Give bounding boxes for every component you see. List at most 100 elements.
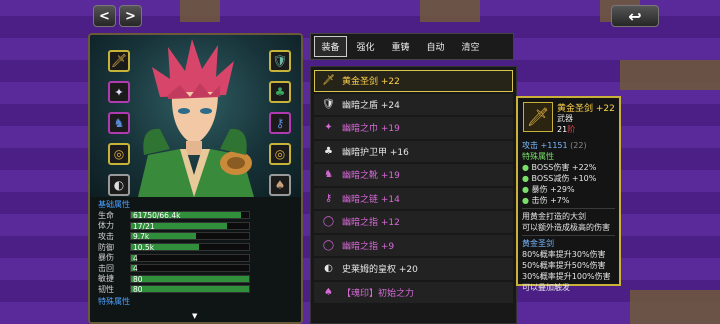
tooltip-set-line: 50%概率提升50%伤害 [522,261,606,270]
slot-armor[interactable]: ♣ [269,81,291,103]
stat-value: 61750/66.4k [133,211,181,221]
stat-row: 韧性 80 [98,284,293,295]
item-name: 幽暗之指 +9 [342,241,395,252]
stat-label: 暴伤 [98,253,114,263]
item-row[interactable]: ◐ 史莱姆的皇权 +20 [314,258,513,280]
slot-feet[interactable]: ♞ [108,112,130,134]
item-icon: ♣ [324,145,333,157]
tooltip-special-list: ● BOSS伤害 +22% ● BOSS减伤 +10% ● 暴伤 +29% ● 击伤 … [522,162,615,206]
stats-list: 生命 61750/66.4k 体力 17/21 攻击 9.7k 防御 10.5k 暴伤 4 击回 4 敏… [98,210,293,295]
item-row[interactable]: ♞ 幽暗之靴 +19 [314,164,513,186]
item-icon: 🗡 [322,75,335,87]
stats-panel: 基础属性 生命 61750/66.4k 体力 17/21 攻击 9.7k 防御 10.5k 暴伤… [90,197,301,322]
sword-icon: 🗡 [110,53,128,69]
tooltip-special-line: ● 暴伤 +29% [522,185,575,194]
item-icon: 🛡 [322,98,335,110]
tooltip-special-text: BOSS减伤 +10% [531,174,597,183]
map-tile [630,290,720,324]
armor-icon: ♣ [274,85,286,99]
stat-row: 暴伤 4 [98,252,293,263]
item-name: 幽暗之巾 +19 [342,124,400,135]
stat-bar: 80 [130,285,250,295]
stat-label: 防御 [98,242,114,252]
slot-neck[interactable]: ⚷ [269,112,291,134]
tab-1[interactable]: 强化 [349,36,382,57]
stat-label: 敏捷 [98,274,114,284]
tooltip-desc-line-1: 用黄金打造的大剑 [522,212,586,221]
item-icon: ◐ [324,263,333,275]
scroll-down-icon[interactable]: ▼ [192,312,197,320]
stat-row: 敏捷 80 [98,274,293,285]
prev-button[interactable]: < [93,5,116,27]
slot-ring-2[interactable]: ◎ [269,143,291,165]
item-row[interactable]: 🗡 黄金圣剑 +22 [314,70,513,92]
slot-shield[interactable]: 🛡 [269,50,291,72]
chain-icon: ⚷ [275,116,285,130]
character-portrait-area: 🗡 ✦ ♞ ◎ ◐ 🛡 ♣ ⚷ ◎ ♠ [90,35,301,197]
tooltip-set-title: 黄金圣剑 [522,239,554,248]
item-name: 幽暗之链 +14 [342,194,400,205]
tooltip-divider [522,235,615,236]
stat-bar-fill [131,286,249,293]
tab-4[interactable]: 清空 [454,36,487,57]
tooltip-item-level: 21阶 [557,124,575,135]
item-name: 幽暗护卫甲 +16 [342,147,409,158]
stat-bar: 10.5k [130,243,250,251]
map-tile [620,60,720,90]
slot-head[interactable]: ✦ [108,81,130,103]
stat-value: 80 [133,274,143,284]
stat-value: 80 [133,285,143,295]
tooltip-level-suffix: 阶 [567,125,576,134]
item-row[interactable]: ♠ 【魂印】初始之力 [314,281,513,303]
character-panel: 🗡 ✦ ♞ ◎ ◐ 🛡 ♣ ⚷ ◎ ♠ 基础属性 生命 61750/66.4k 体力… [88,33,303,324]
slot-ring-1[interactable]: ◎ [108,143,130,165]
tooltip-attack-note: (22) [570,141,587,150]
tab-3[interactable]: 自动 [419,36,452,57]
item-name: 幽暗之靴 +19 [342,171,400,182]
slot-relic[interactable]: ◐ [108,174,130,196]
item-row[interactable]: ◯ 幽暗之指 +12 [314,211,513,233]
ring-icon: ◎ [113,147,125,161]
tab-2[interactable]: 重铸 [384,36,417,57]
stat-label: 体力 [98,221,114,231]
stat-value: 17/21 [133,221,155,231]
slot-soul[interactable]: ♠ [269,174,291,196]
tooltip-special-line: ● 击伤 +7% [522,196,570,205]
stat-label: 击回 [98,263,114,273]
tooltip-attack: 攻击 +1151 (22) [522,140,615,151]
stats-title: 基础属性 [98,200,130,209]
stat-bar-fill [131,275,249,282]
item-icon: ◯ [322,239,335,251]
item-row[interactable]: 🛡 幽暗之盾 +24 [314,93,513,115]
tooltip-desc-line-2: 可以额外造成极高的伤害 [522,223,610,232]
item-icon: ⚷ [324,192,333,204]
stat-bar: 9.7k [130,232,250,241]
item-row[interactable]: ◯ 幽暗之指 +9 [314,234,513,256]
character-portrait [138,39,254,197]
item-name: 幽暗之盾 +24 [342,100,400,111]
stat-bar: 4 [130,264,250,273]
item-row[interactable]: ✦ 幽暗之巾 +19 [314,117,513,139]
return-button[interactable]: ↩ [611,5,659,27]
item-row[interactable]: ⚷ 幽暗之链 +14 [314,187,513,209]
bag-icon: ♠ [274,178,286,192]
tooltip-attack-value: 攻击 +1151 [522,141,568,150]
stat-row: 体力 17/21 [98,221,293,232]
map-tile [180,0,220,22]
gem-icon: ✦ [114,85,124,99]
stat-bar: 80 [130,274,250,284]
item-icon: ♠ [324,286,333,298]
tooltip-item-type: 武器 [557,114,573,123]
next-button[interactable]: > [119,5,142,27]
item-row[interactable]: ♣ 幽暗护卫甲 +16 [314,140,513,162]
special-stats-title[interactable]: 特殊属性 [98,296,293,307]
tooltip-set-line: 80%概率提升30%伤害 [522,250,606,259]
slot-weapon[interactable]: 🗡 [108,50,130,72]
stat-row: 防御 10.5k [98,242,293,253]
item-list: 🗡 黄金圣剑 +22 🛡 幽暗之盾 +24 ✦ 幽暗之巾 +19 ♣ 幽暗护卫甲 +16 ♞ 幽暗… [310,66,517,324]
shield-icon: 🛡 [272,54,288,68]
tab-0[interactable]: 装备 [314,36,347,57]
tooltip-special-text: 击伤 +7% [531,196,570,205]
stat-value: 4 [133,253,138,263]
item-icon: ✦ [324,122,333,134]
